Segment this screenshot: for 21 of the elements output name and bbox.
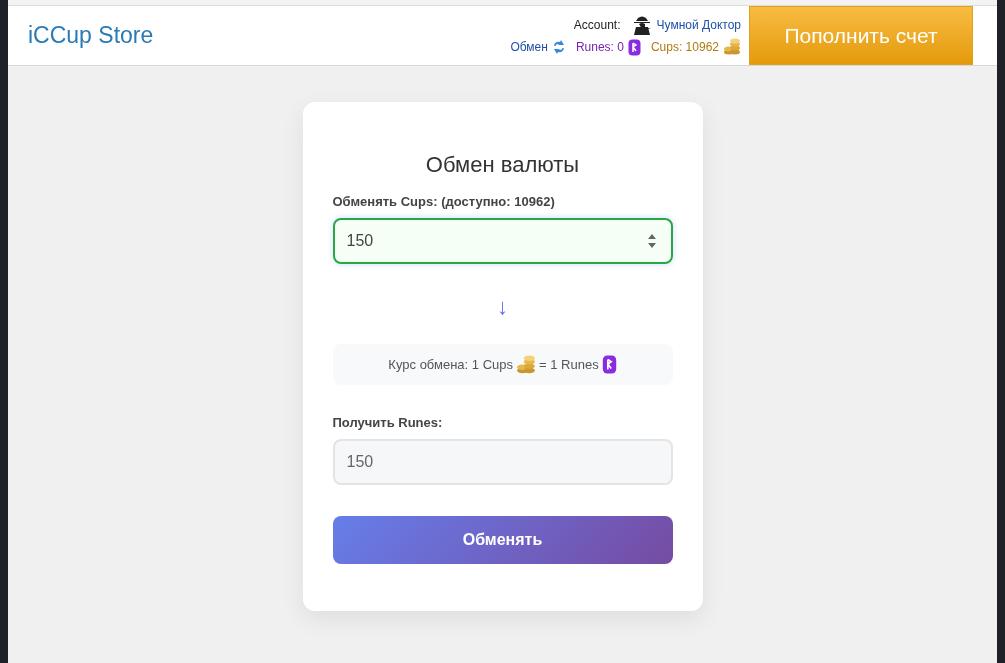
refresh-icon [551, 40, 566, 54]
runes-amount-field[interactable]: 150 [332, 439, 673, 485]
rate-to-text: = 1 Runes [539, 357, 599, 372]
exchange-link[interactable]: Обмен [510, 40, 548, 54]
rune-icon [601, 355, 617, 374]
username-link[interactable]: Чумной Доктор [656, 18, 741, 32]
store-logo[interactable]: iCCup Store [28, 22, 511, 49]
rune-icon [627, 38, 641, 56]
spinner-icon [646, 233, 657, 249]
coins-icon [723, 38, 741, 56]
cups-balance: Cups: 10962 [650, 40, 719, 54]
coins-icon [516, 354, 536, 375]
runes-balance: Runes: 0 [575, 40, 624, 54]
rate-from-text: Курс обмена: 1 Cups [388, 357, 513, 372]
from-amount-label: Обменять Cups: (доступно: 10962) [332, 194, 556, 209]
account-label: Account: [573, 18, 621, 32]
receive-label: Получить Runes: [332, 415, 444, 430]
card-title: Обмен валюты [424, 152, 581, 178]
down-arrow: ↓ [496, 294, 509, 320]
cups-amount-field[interactable]: 150 [332, 218, 673, 264]
exchange-button[interactable]: Обменять [332, 516, 673, 564]
